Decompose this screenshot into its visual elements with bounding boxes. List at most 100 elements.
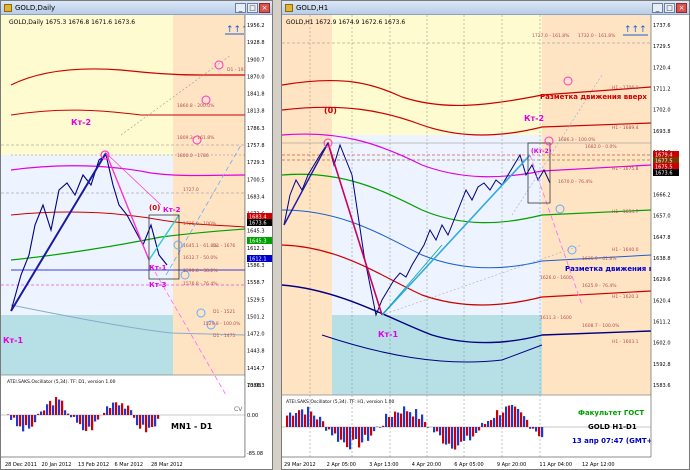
annotation-zero: (0)	[324, 106, 337, 115]
osc-bar	[406, 411, 409, 427]
osc-bar	[16, 415, 19, 427]
price-axis-label: 1870.0	[247, 74, 265, 80]
h1-ohlc: GOLD,H1 1672.9 1674.9 1672.6 1673.6	[286, 19, 405, 26]
svg-text:H1 - 1675.8: H1 - 1675.8	[612, 166, 639, 172]
osc-bar	[457, 427, 460, 446]
svg-text:1611.3 - 1600: 1611.3 - 1600	[540, 315, 572, 321]
price-axis-label: 1583.6	[653, 383, 671, 389]
minimize-button[interactable]: _	[235, 2, 246, 13]
annotation-kt2: Кт-2	[71, 118, 91, 127]
osc-bar	[436, 427, 439, 432]
price-axis-label: 1620.4	[653, 298, 671, 304]
osc-bar	[352, 427, 355, 440]
osc-bar	[361, 427, 364, 443]
annotation-kt1-small: Кт-1	[149, 264, 167, 272]
osc-bar	[139, 415, 142, 429]
svg-text:1635.9 - 61.8%: 1635.9 - 61.8%	[582, 256, 617, 262]
svg-text:1725.0 - 100%: 1725.0 - 100%	[183, 221, 217, 227]
time-axis-label: 28 Mar 2012	[151, 462, 183, 468]
price-axis-label: 1813.8	[247, 109, 265, 115]
osc-bar	[388, 417, 391, 427]
osc-bar	[88, 415, 91, 427]
close-button[interactable]: ×	[676, 2, 687, 13]
svg-text:D1 - 1475: D1 - 1475	[213, 333, 235, 339]
osc-axis-label: -85.08	[247, 451, 263, 457]
osc-bar	[145, 415, 148, 433]
zone-cyan	[332, 315, 542, 395]
osc-bar	[496, 410, 499, 427]
daily-ohlc: GOLD,Daily 1675.3 1676.8 1671.6 1673.6	[9, 19, 135, 26]
price-axis-label: 1645.3	[247, 229, 265, 235]
up-arrows-icon: ↑↑↑	[624, 25, 647, 35]
svg-text:1727.0 - 161.8%: 1727.0 - 161.8%	[532, 33, 570, 39]
osc-bar	[535, 427, 538, 432]
h1-price-badges: 1679.41677.51675.51673.6	[653, 151, 679, 177]
annotation-kt1: Кт-1	[3, 336, 23, 345]
price-axis-label: 1592.8	[653, 362, 671, 368]
osc-bar	[286, 415, 289, 427]
osc-bar	[91, 415, 94, 431]
osc-bar	[445, 427, 448, 445]
svg-text:D1 - 1521: D1 - 1521	[213, 309, 235, 315]
osc-bar	[142, 415, 145, 425]
h1-price-chart[interactable]: GOLD,H1 1672.9 1674.9 1672.6 1673.6 ↑↑↑	[282, 15, 690, 470]
h1-window-title: GOLD,H1	[296, 3, 329, 12]
svg-text:1625.9 - 76.4%: 1625.9 - 76.4%	[582, 283, 617, 289]
close-button[interactable]: ×	[259, 2, 270, 13]
osc-bar	[475, 427, 478, 433]
osc-bar	[94, 415, 97, 422]
daily-chart-window[interactable]: GOLD,Daily _ □ × GOLD,Daily 1675.3 1676.…	[0, 0, 273, 470]
osc-bar	[289, 412, 292, 427]
osc-bar	[25, 415, 28, 426]
osc-axis-label: 70.08	[247, 383, 261, 389]
osc-bar	[499, 415, 502, 427]
h1-window-titlebar[interactable]: GOLD,H1 _ □ ×	[282, 1, 689, 15]
daily-window-title: GOLD,Daily	[15, 3, 56, 12]
osc-bar	[355, 427, 358, 440]
osc-bar	[46, 404, 49, 415]
daily-price-chart[interactable]: GOLD,Daily 1675.3 1676.8 1671.6 1673.6 ↑…	[1, 15, 273, 470]
osc-bar	[37, 413, 40, 415]
osc-bar	[154, 415, 157, 427]
daily-window-titlebar[interactable]: GOLD,Daily _ □ ×	[1, 1, 272, 15]
svg-text:D1 - 1676: D1 - 1676	[213, 243, 235, 249]
price-axis-label: 1414.7	[247, 366, 265, 372]
price-axis-label: 1693.8	[653, 129, 671, 135]
price-axis-label: 1841.8	[247, 92, 265, 98]
price-axis-label: 1956.2	[247, 23, 265, 29]
osc-bar	[79, 415, 82, 425]
osc-bar	[82, 415, 85, 431]
price-badge-label: 1673.6	[249, 221, 267, 227]
price-axis-label: 1586.3	[247, 263, 265, 269]
price-axis-label: 1558.7	[247, 280, 265, 286]
svg-text:1626.0 - 1600: 1626.0 - 1600	[540, 275, 572, 281]
osc-bar	[97, 415, 100, 420]
minimize-button[interactable]: _	[652, 2, 663, 13]
osc-bar	[40, 411, 43, 415]
price-axis-label: 1683.4	[247, 194, 265, 200]
osc-bar	[400, 413, 403, 427]
osc-bar	[454, 427, 457, 450]
svg-text:H1 - 1654.7: H1 - 1654.7	[612, 209, 639, 215]
svg-text:1670.0 - 76.4%: 1670.0 - 76.4%	[558, 179, 593, 185]
maximize-button[interactable]: □	[247, 2, 258, 13]
price-axis-label: 1611.2	[653, 319, 671, 325]
svg-text:H1 - 1640.0: H1 - 1640.0	[612, 247, 639, 253]
svg-text:1576.8 - 76.4%: 1576.8 - 76.4%	[183, 281, 218, 287]
osc-bar	[304, 414, 307, 427]
h1-chart-window[interactable]: GOLD,H1 _ □ × GOLD,H1 1672.9 1674.9 1672…	[281, 0, 690, 470]
price-axis-label: 1720.4	[653, 65, 671, 71]
maximize-button[interactable]: □	[664, 2, 675, 13]
osc-bar	[151, 415, 154, 427]
annotation-move-up: Разметка движения вверх	[540, 93, 647, 101]
osc-bar	[382, 425, 385, 427]
svg-text:1800.0 - 1786: 1800.0 - 1786	[177, 153, 209, 159]
zone-cyan	[1, 315, 173, 375]
osc-bar	[532, 427, 535, 429]
time-axis-label: 20 Jan 2012	[42, 462, 72, 468]
price-badge-label: 1673.6	[655, 171, 673, 177]
osc-bar	[109, 407, 112, 415]
zone-yellow	[332, 15, 542, 135]
osc-bar	[31, 415, 34, 427]
svg-text:1727.0: 1727.0	[183, 187, 199, 193]
